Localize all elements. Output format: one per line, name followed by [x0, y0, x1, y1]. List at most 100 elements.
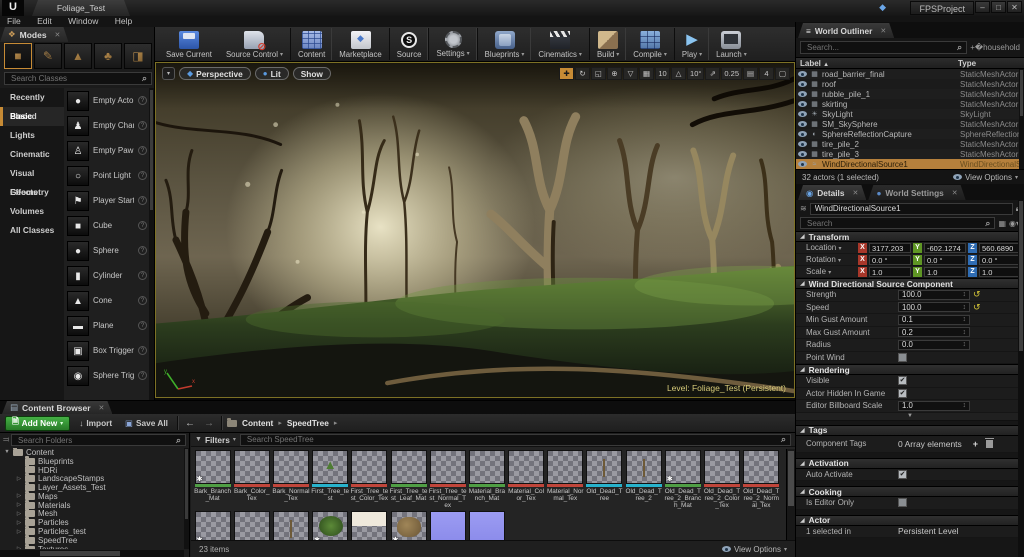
asset-tile[interactable]: First_Tree_test_Color_Tex: [350, 450, 388, 509]
expand-arrow-icon[interactable]: ▷: [16, 529, 22, 535]
toolbar-button[interactable]: Save Current: [159, 28, 219, 60]
menu-window[interactable]: Window: [68, 16, 98, 26]
menu-help[interactable]: Help: [115, 16, 132, 26]
title-bar[interactable]: U Foliage_Test ◆ FPSProject – □ ✕: [0, 0, 1024, 16]
asset-tile[interactable]: Old_Dead_Tree_2: [625, 450, 663, 509]
visibility-eye-icon[interactable]: [798, 91, 807, 97]
outliner-row[interactable]: ≈ WindDirectionalSource1 WindDirectional…: [796, 159, 1024, 169]
placeable-item[interactable]: ◉ Sphere Trigger ?: [64, 363, 149, 388]
asset-tile[interactable]: Old_Dead_Tree_2_Color_Tex: [703, 450, 741, 509]
reset-to-default-icon[interactable]: ↺: [973, 289, 981, 300]
visibility-eye-icon[interactable]: [798, 161, 807, 167]
minimize-button[interactable]: –: [975, 1, 990, 13]
help-icon[interactable]: ?: [138, 271, 147, 280]
modes-scrollbar[interactable]: [149, 88, 154, 400]
search-folders-input[interactable]: [16, 435, 176, 446]
restore-button[interactable]: □: [991, 1, 1006, 13]
help-icon[interactable]: ?: [138, 221, 147, 230]
back-button[interactable]: ←: [183, 418, 197, 429]
scale-x-input[interactable]: 1.0: [869, 267, 911, 277]
mode-tool-button[interactable]: ◨: [124, 43, 152, 69]
placeable-item[interactable]: ■ Cube ?: [64, 213, 149, 238]
mode-tool-button[interactable]: ✎: [34, 43, 62, 69]
chevron-down-icon[interactable]: ▾: [280, 51, 283, 58]
outliner-row[interactable]: ▦ tire_pile_2 StaticMeshActor: [796, 139, 1024, 149]
number-input[interactable]: 100.0↕: [898, 290, 970, 300]
world-outliner-tab[interactable]: ≡ World Outliner ✕: [798, 23, 894, 38]
rotation-y-input[interactable]: 0.0 °: [924, 255, 966, 265]
outliner-search-input[interactable]: [805, 42, 957, 53]
close-icon[interactable]: ✕: [852, 189, 858, 197]
help-icon[interactable]: ?: [138, 171, 147, 180]
expand-arrow-icon[interactable]: ▷: [16, 520, 22, 526]
category-item[interactable]: Cinematic: [0, 145, 64, 164]
help-icon[interactable]: ?: [138, 246, 147, 255]
visibility-eye-icon[interactable]: [798, 71, 807, 77]
breadcrumb-root[interactable]: Content: [242, 418, 273, 428]
help-icon[interactable]: ?: [138, 121, 147, 130]
mode-tool-button[interactable]: ▲: [64, 43, 92, 69]
visibility-eye-icon[interactable]: [798, 121, 807, 127]
asset-tile[interactable]: Old_Dead_Tree: [585, 450, 623, 509]
chevron-down-icon[interactable]: ▾: [616, 51, 619, 58]
add-new-button[interactable]: 🗎 Add New▾: [5, 416, 70, 431]
mode-tool-button[interactable]: ■: [4, 43, 32, 69]
number-input[interactable]: 0.0↕: [898, 340, 970, 350]
toolbar-button[interactable]: Content: [290, 28, 332, 60]
location-x-input[interactable]: 3177.203: [869, 243, 911, 253]
close-icon[interactable]: ✕: [952, 189, 958, 197]
angle-snap-value[interactable]: 10°: [687, 67, 704, 80]
outliner-row[interactable]: ▦ rubble_pile_1 StaticMeshActor: [796, 89, 1024, 99]
chevron-down-icon[interactable]: ▾: [699, 51, 702, 58]
scale-snap-value[interactable]: 0.25: [721, 67, 742, 80]
toolbar-button[interactable]: Source: [389, 28, 429, 60]
visibility-eye-icon[interactable]: [798, 111, 807, 117]
category-item[interactable]: Lights: [0, 126, 64, 145]
close-button[interactable]: ✕: [1007, 1, 1022, 13]
content-browser-tab[interactable]: ▤ Content Browser ✕: [2, 401, 112, 414]
expand-arrow-icon[interactable]: ▷: [16, 502, 22, 508]
asset-tile[interactable]: First_Tree_test: [311, 450, 349, 509]
rotation-x-input[interactable]: 0.0 °: [869, 255, 911, 265]
outliner-view-options[interactable]: View Options▾: [953, 173, 1018, 182]
transform-section-header[interactable]: ◢Transform: [796, 231, 1024, 242]
toolbar-button[interactable]: Marketplace: [332, 28, 388, 60]
number-input[interactable]: 0.2↕: [898, 327, 970, 337]
folder-row[interactable]: ▷ Textures: [0, 545, 184, 549]
placeable-item[interactable]: ♙ Empty Pawn ?: [64, 138, 149, 163]
category-item[interactable]: Recently Placed: [0, 88, 64, 107]
asset-tile[interactable]: Bark_Color_Tex: [233, 450, 271, 509]
level-viewport[interactable]: ▾ ◆Perspective ●Lit Show ✚ ↻ ◱ ⊕ ▽ ▦ 10 …: [155, 62, 795, 398]
toolbar-button[interactable]: Source Control▾: [219, 28, 290, 60]
outliner-row[interactable]: ◐ SphereReflectionCapture SphereReflecti…: [796, 129, 1024, 139]
toolbar-button[interactable]: ▶ Play▾: [674, 28, 709, 60]
asset-tile[interactable]: Material_Color_Tex: [507, 450, 545, 509]
level-tab[interactable]: Foliage_Test: [26, 0, 136, 16]
placeable-item[interactable]: ● Empty Actor ?: [64, 88, 149, 113]
visibility-eye-icon[interactable]: [798, 101, 807, 107]
menu-file[interactable]: File: [7, 16, 21, 26]
toolbar-button[interactable]: Settings▾: [428, 28, 476, 60]
asset-grid-scrollbar[interactable]: [786, 449, 795, 540]
sources-panel-icon[interactable]: ⫤: [3, 435, 9, 445]
actor-section-header[interactable]: ◢Actor: [796, 515, 1024, 526]
visibility-eye-icon[interactable]: [798, 81, 807, 87]
show-advanced-expander[interactable]: ▼: [796, 413, 1024, 421]
placeable-item[interactable]: ▲ Cone ?: [64, 288, 149, 313]
category-item[interactable]: Basic: [0, 107, 64, 126]
expand-arrow-icon[interactable]: ▼: [4, 449, 10, 455]
category-item[interactable]: Volumes: [0, 202, 64, 221]
grid-snap-value[interactable]: 10: [655, 67, 670, 80]
asset-tile[interactable]: Bark_Normal_Tex: [272, 450, 310, 509]
category-item[interactable]: Geometry: [0, 183, 64, 202]
asset-tile[interactable]: Material_Normal_Tex: [546, 450, 584, 509]
outliner-scrollbar[interactable]: [1019, 69, 1024, 169]
translate-tool[interactable]: ✚: [559, 67, 574, 80]
camera-speed-icon[interactable]: ▤: [743, 67, 758, 80]
close-icon[interactable]: ✕: [880, 27, 886, 35]
checkbox[interactable]: [898, 353, 907, 362]
angle-snap-toggle[interactable]: △: [671, 67, 686, 80]
help-icon[interactable]: ?: [138, 196, 147, 205]
asset-tile[interactable]: ✱ Bark_Branch_Mat: [194, 450, 232, 509]
modes-tab[interactable]: ❖ Modes ✕: [0, 27, 68, 42]
